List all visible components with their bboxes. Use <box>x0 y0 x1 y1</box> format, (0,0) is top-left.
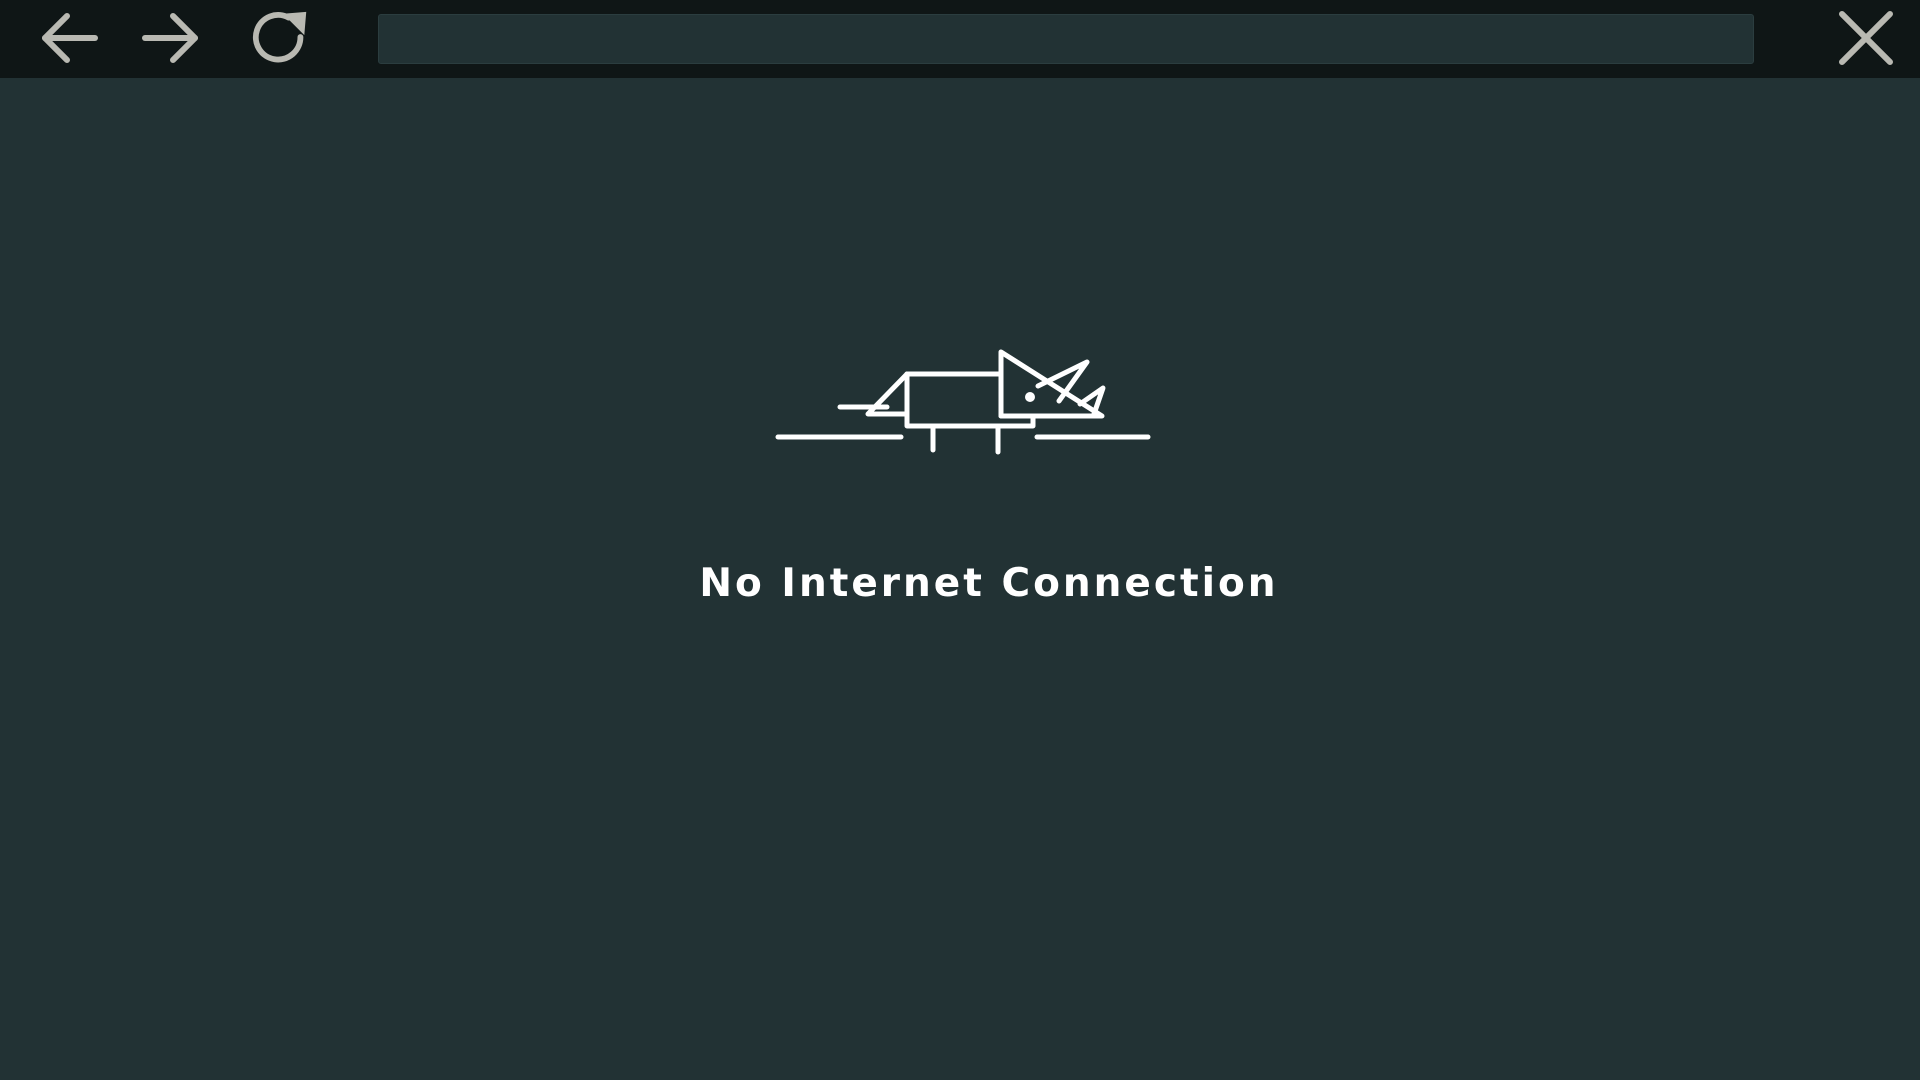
browser-toolbar <box>0 0 1920 78</box>
error-message: No Internet Connection <box>699 561 1279 606</box>
close-button[interactable] <box>1834 8 1898 68</box>
error-page: No Internet Connection <box>0 78 1920 1080</box>
reload-icon <box>252 11 307 63</box>
arrow-right-icon <box>142 13 198 63</box>
close-icon <box>1839 11 1893 65</box>
forward-button[interactable] <box>138 8 202 68</box>
address-bar-input[interactable] <box>378 14 1754 64</box>
running-dino-icon <box>775 349 1151 455</box>
back-button[interactable] <box>38 8 102 68</box>
arrow-left-icon <box>42 13 98 63</box>
reload-button[interactable] <box>250 8 314 68</box>
